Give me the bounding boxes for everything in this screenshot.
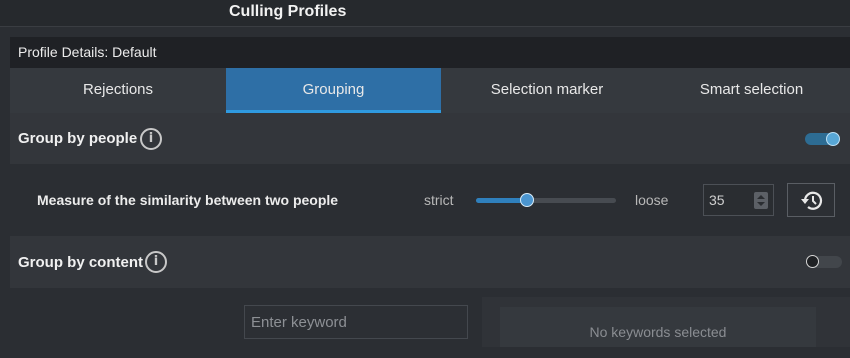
profile-details-label: Profile Details: Default bbox=[18, 44, 157, 60]
window-title: Culling Profiles bbox=[229, 3, 347, 20]
keyword-input[interactable] bbox=[244, 305, 468, 339]
window-title-bar: Culling Profiles bbox=[0, 0, 850, 27]
slider-max-label: loose bbox=[635, 192, 669, 208]
group-by-content-toggle[interactable] bbox=[806, 255, 842, 268]
selected-keywords-box: No keywords selected bbox=[500, 307, 816, 347]
tab-rejections[interactable]: Rejections bbox=[10, 68, 226, 113]
tab-smart-selection[interactable]: Smart selection bbox=[653, 68, 850, 113]
slider-fill bbox=[476, 197, 527, 203]
keywords-section: No keywords selected bbox=[10, 288, 850, 347]
history-icon bbox=[801, 191, 823, 210]
group-by-content-row: Group by content i bbox=[10, 236, 850, 288]
keywords-panel: No keywords selected bbox=[482, 297, 850, 347]
similarity-row: Measure of the similarity between two pe… bbox=[10, 164, 850, 236]
toggle-knob bbox=[826, 131, 840, 146]
profile-details-bar: Profile Details: Default bbox=[10, 37, 850, 68]
similarity-value: 35 bbox=[709, 192, 725, 208]
group-by-people-row: Group by people i bbox=[10, 113, 850, 164]
no-keywords-text: No keywords selected bbox=[589, 324, 727, 340]
similarity-label: Measure of the similarity between two pe… bbox=[37, 192, 339, 208]
info-icon[interactable]: i bbox=[140, 127, 162, 150]
info-icon[interactable]: i bbox=[145, 251, 167, 273]
tab-grouping[interactable]: Grouping bbox=[226, 68, 441, 113]
group-by-content-label: Group by content bbox=[18, 253, 143, 271]
reset-similarity-button[interactable] bbox=[787, 183, 835, 217]
slider-thumb[interactable] bbox=[520, 192, 535, 207]
group-by-people-toggle[interactable] bbox=[805, 131, 840, 146]
similarity-value-field[interactable]: 35 bbox=[703, 184, 774, 216]
value-stepper[interactable] bbox=[754, 192, 768, 209]
similarity-slider[interactable] bbox=[476, 192, 616, 207]
tab-bar: Rejections Grouping Selection marker Sma… bbox=[10, 68, 850, 113]
toggle-knob bbox=[806, 255, 819, 268]
tab-selection-marker[interactable]: Selection marker bbox=[441, 68, 653, 113]
slider-min-label: strict bbox=[424, 192, 454, 208]
group-by-people-label: Group by people bbox=[18, 130, 138, 147]
